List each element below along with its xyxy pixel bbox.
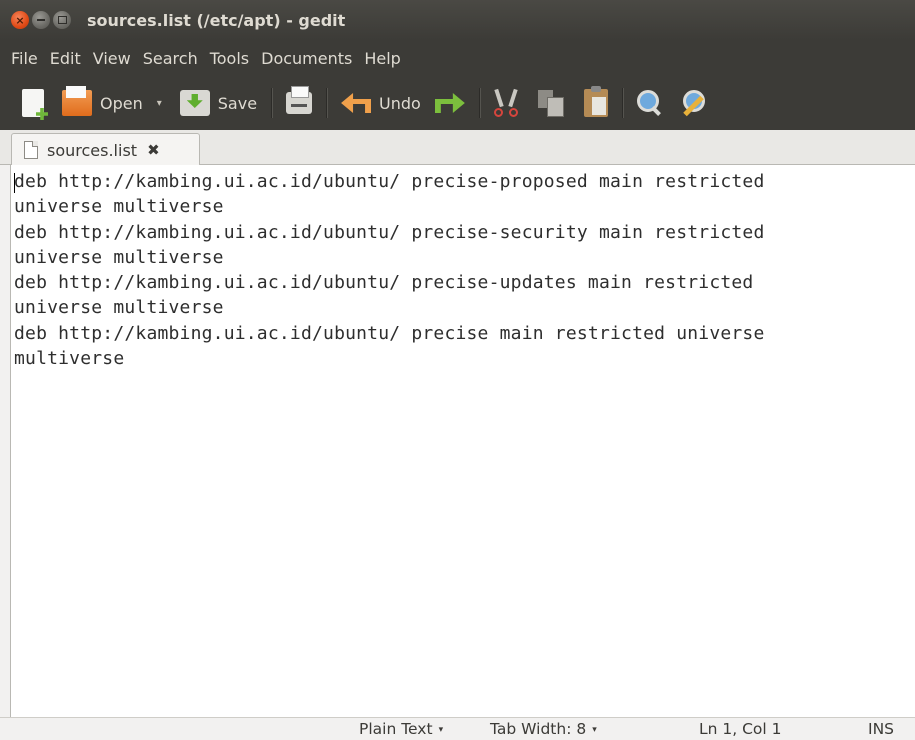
- open-button[interactable]: Open: [62, 81, 143, 125]
- toolbar-separator: [271, 88, 273, 118]
- editor-line: universe multiverse: [14, 196, 224, 218]
- chevron-down-icon: ▾: [438, 725, 444, 735]
- tab-label: sources.list: [47, 140, 138, 160]
- cut-button[interactable]: [493, 81, 518, 125]
- document-tabs: sources.list ✖: [0, 130, 915, 166]
- text-document-icon: [24, 141, 38, 159]
- print-icon: [286, 86, 313, 114]
- editor-line: multiverse: [14, 348, 125, 370]
- editor-line: deb http://kambing.ui.ac.id/ubuntu/ prec…: [14, 272, 754, 294]
- menu-edit[interactable]: Edit: [44, 49, 87, 68]
- window-close-button[interactable]: ×: [11, 11, 29, 29]
- tab-close-icon[interactable]: ✖: [147, 141, 160, 159]
- find-replace-icon: [682, 90, 709, 116]
- replace-button[interactable]: [682, 81, 709, 125]
- find-button[interactable]: [636, 81, 663, 125]
- tab-sources-list[interactable]: sources.list ✖: [11, 133, 200, 166]
- print-button[interactable]: [286, 81, 313, 125]
- scissors-icon: [493, 89, 518, 117]
- title-bar: × sources.list (/etc/apt) - gedit: [0, 0, 915, 40]
- open-recent-dropdown[interactable]: ▾: [157, 98, 162, 109]
- language-selector[interactable]: Plain Text ▾: [359, 720, 443, 738]
- editor-line: universe multiverse: [14, 246, 224, 268]
- undo-icon: [341, 93, 372, 113]
- copy-icon: [537, 90, 564, 117]
- language-label: Plain Text: [359, 720, 433, 738]
- undo-button[interactable]: Undo: [341, 81, 421, 125]
- menu-search[interactable]: Search: [137, 49, 204, 68]
- save-icon: [179, 90, 210, 116]
- editor-line: universe multiverse: [14, 297, 224, 319]
- menu-file[interactable]: File: [5, 49, 44, 68]
- toolbar-separator: [621, 88, 623, 118]
- window-minimize-button[interactable]: [32, 11, 50, 29]
- text-cursor: [14, 173, 15, 193]
- save-label: Save: [217, 93, 258, 113]
- menu-help[interactable]: Help: [358, 49, 406, 68]
- editor-line: deb http://kambing.ui.ac.id/ubuntu/ prec…: [14, 322, 765, 344]
- undo-label: Undo: [379, 93, 421, 113]
- editor-line: deb http://kambing.ui.ac.id/ubuntu/ prec…: [14, 171, 765, 192]
- menu-bar: File Edit View Search Tools Documents He…: [0, 40, 915, 76]
- toolbar-separator: [326, 88, 328, 118]
- save-button[interactable]: Save: [179, 81, 258, 125]
- toolbar-separator: [478, 88, 480, 118]
- open-folder-icon: [62, 86, 92, 116]
- status-bar: Plain Text ▾ Tab Width: 8 ▾ Ln 1, Col 1 IN…: [0, 717, 915, 740]
- menu-documents[interactable]: Documents: [255, 49, 358, 68]
- editor-line: deb http://kambing.ui.ac.id/ubuntu/ prec…: [14, 221, 765, 243]
- text-editor[interactable]: deb http://kambing.ui.ac.id/ubuntu/ prec…: [10, 165, 915, 717]
- paste-button[interactable]: [583, 81, 608, 125]
- open-label: Open: [100, 93, 143, 113]
- tab-width-selector[interactable]: Tab Width: 8 ▾: [490, 720, 597, 738]
- tab-width-label: Tab Width: 8: [490, 720, 587, 738]
- cursor-position: Ln 1, Col 1: [699, 720, 782, 738]
- menu-tools[interactable]: Tools: [204, 49, 255, 68]
- chevron-down-icon: ▾: [592, 725, 597, 735]
- copy-button[interactable]: [537, 81, 564, 125]
- toolbar: Open ▾ Save Undo: [0, 76, 915, 130]
- close-icon: ×: [15, 13, 25, 27]
- window-maximize-button[interactable]: [53, 11, 71, 29]
- magnifier-icon: [636, 90, 663, 116]
- redo-icon: [434, 93, 465, 113]
- insert-mode: INS: [868, 720, 895, 738]
- redo-button[interactable]: [434, 81, 465, 125]
- paste-icon: [583, 86, 608, 117]
- window-title: sources.list (/etc/apt) - gedit: [87, 10, 346, 30]
- new-document-icon: [22, 89, 44, 117]
- new-button[interactable]: [22, 81, 44, 125]
- menu-view[interactable]: View: [87, 49, 137, 68]
